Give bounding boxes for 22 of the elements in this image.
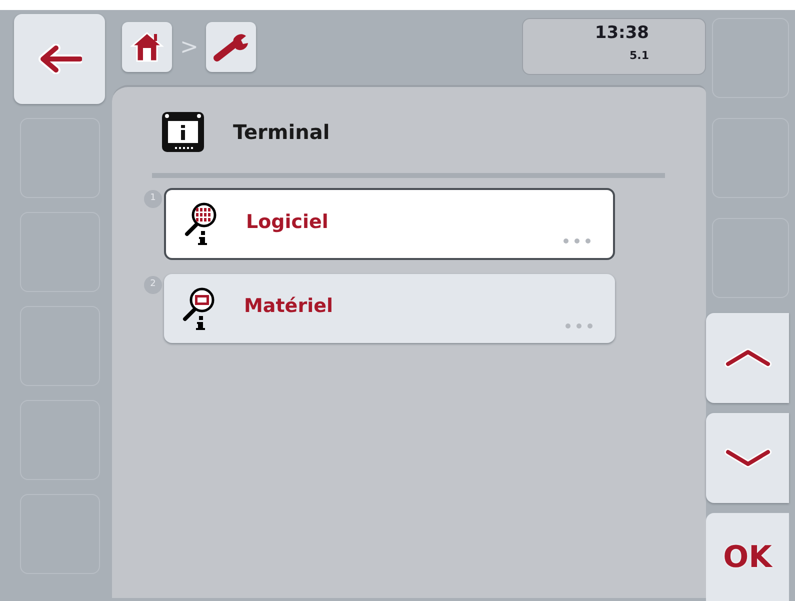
version-number: 5.1 bbox=[630, 48, 649, 64]
chevron-up-icon bbox=[724, 346, 772, 370]
terminal-info-icon bbox=[160, 110, 206, 154]
clock-time: 13:38 bbox=[594, 22, 649, 44]
list-item[interactable]: Logiciel bbox=[164, 188, 615, 260]
section-title: Terminal bbox=[233, 119, 330, 146]
item-number: 2 bbox=[144, 276, 162, 294]
more-dots-icon bbox=[563, 238, 591, 244]
settings-button[interactable] bbox=[206, 22, 256, 72]
item-number: 1 bbox=[144, 190, 162, 208]
scroll-down-button[interactable] bbox=[706, 413, 789, 503]
ok-button[interactable]: OK bbox=[706, 513, 789, 601]
back-button[interactable] bbox=[14, 14, 105, 104]
wrench-icon bbox=[213, 32, 250, 62]
list-item[interactable]: Matériel bbox=[164, 274, 615, 343]
breadcrumb-separator: > bbox=[180, 34, 198, 62]
chevron-down-icon bbox=[724, 446, 772, 470]
home-icon bbox=[130, 31, 164, 63]
more-dots-icon bbox=[565, 323, 593, 329]
back-arrow-icon bbox=[38, 44, 82, 74]
scroll-up-button[interactable] bbox=[706, 313, 789, 403]
home-button[interactable] bbox=[122, 22, 172, 72]
